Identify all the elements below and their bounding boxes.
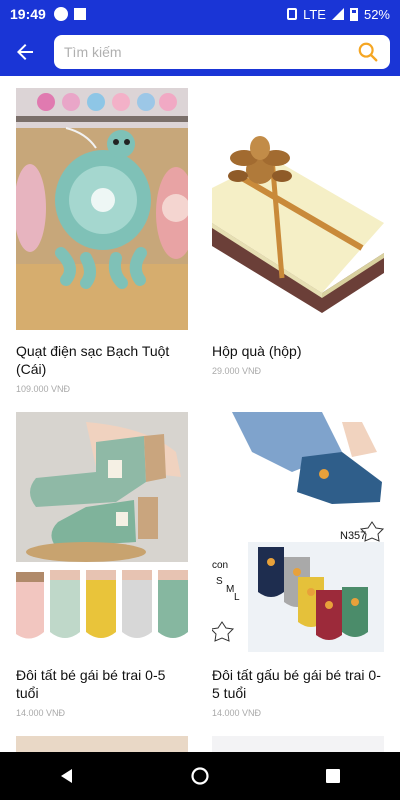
search-button[interactable]	[356, 40, 380, 64]
size-tag-s: S	[216, 576, 223, 587]
product-name: Hộp quà (hộp)	[212, 343, 302, 359]
product-card-partial[interactable]	[212, 736, 384, 752]
back-button[interactable]	[10, 37, 40, 67]
battery-level: 52%	[363, 6, 390, 22]
product-name: Đôi tất bé gái bé trai 0-5 tuổi	[16, 667, 166, 701]
status-bar: 19:49 LTE 52%	[0, 0, 400, 28]
product-card[interactable]: Hộp quà (hộp) 29.000 VNĐ	[212, 88, 384, 376]
product-image-octopus-fans	[16, 88, 188, 330]
notification-square-icon	[73, 8, 86, 20]
triangle-back-icon	[60, 769, 72, 783]
system-nav-bar	[0, 752, 400, 800]
product-image-partial	[212, 736, 384, 752]
status-time: 19:49	[10, 6, 46, 22]
top-app-bar	[0, 28, 400, 76]
product-image-gift-box	[212, 88, 384, 330]
square-recents-icon	[326, 769, 341, 783]
size-tag-con: con	[212, 560, 228, 571]
product-price: 29.000 VNĐ	[212, 366, 262, 376]
product-image-kids-socks	[16, 412, 188, 654]
battery-icon	[349, 7, 358, 21]
nav-home-button[interactable]	[180, 756, 220, 796]
network-type: LTE	[303, 6, 326, 22]
search-input[interactable]	[64, 44, 356, 60]
circle-home-icon	[191, 767, 209, 785]
app-notification-icon	[53, 7, 68, 21]
product-grid: Quạt điện sạc Bạch Tuột (Cái) 109.000 VN…	[0, 76, 400, 752]
product-name: Quạt điện sạc Bạch Tuột (Cái)	[16, 343, 170, 377]
nav-back-button[interactable]	[47, 756, 87, 796]
arrow-left-icon	[17, 44, 33, 60]
product-image-partial	[16, 736, 188, 752]
nav-recents-button[interactable]	[313, 756, 353, 796]
search-icon	[358, 42, 378, 62]
search-bar[interactable]	[54, 35, 390, 69]
product-code-label: N357	[340, 530, 366, 542]
product-name: Đôi tất gấu bé gái bé trai 0-5 tuổi	[212, 667, 381, 701]
product-card[interactable]: N357 con S M L Đôi tất gấu bé gái bé tra…	[212, 412, 384, 718]
size-tag-l: L	[234, 592, 240, 603]
product-card[interactable]: Đôi tất bé gái bé trai 0-5 tuổi 14.000 V…	[16, 412, 188, 718]
vibrate-icon	[287, 8, 298, 20]
product-image-bear-socks: N357 con S M L	[212, 412, 384, 654]
signal-icon	[331, 8, 344, 20]
product-price: 14.000 VNĐ	[212, 708, 262, 718]
product-price: 109.000 VNĐ	[16, 384, 71, 394]
product-card-partial[interactable]	[16, 736, 188, 752]
product-card[interactable]: Quạt điện sạc Bạch Tuột (Cái) 109.000 VN…	[16, 88, 188, 394]
status-indicators: LTE 52%	[287, 7, 390, 22]
product-price: 14.000 VNĐ	[16, 708, 66, 718]
